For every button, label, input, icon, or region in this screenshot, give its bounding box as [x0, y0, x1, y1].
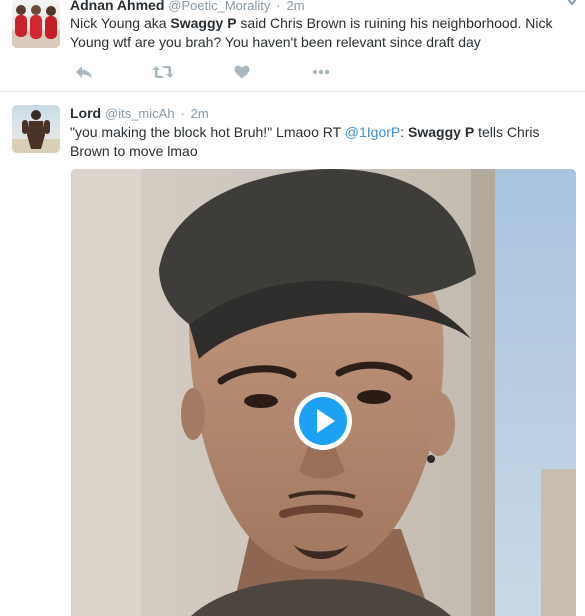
- separator-dot: ·: [276, 0, 281, 13]
- play-icon: [299, 397, 347, 445]
- reply-button[interactable]: [73, 62, 95, 82]
- timestamp[interactable]: 2m: [286, 0, 304, 13]
- play-button[interactable]: [294, 392, 352, 450]
- like-button[interactable]: [231, 62, 253, 82]
- reply-icon: [76, 66, 92, 78]
- video-player[interactable]: [71, 169, 576, 616]
- like-icon: [234, 65, 250, 79]
- more-icon: [312, 69, 330, 75]
- tweet-text: Nick Young aka Swaggy P said Chris Brown…: [70, 15, 553, 50]
- highlight-term: Swaggy P: [170, 15, 237, 31]
- avatar[interactable]: [12, 105, 60, 153]
- timestamp[interactable]: 2m: [191, 106, 209, 121]
- tweet-actions: [73, 62, 353, 82]
- author-handle[interactable]: @Poetic_Morality: [168, 0, 270, 13]
- tweet-adnan-ahmed[interactable]: Adnan Ahmed @Poetic_Morality · 2m Nick Y…: [0, 0, 585, 92]
- author-handle[interactable]: @its_micAh: [105, 106, 175, 121]
- separator-dot: ·: [180, 106, 185, 121]
- tweet-header: Lord @its_micAh · 2m: [70, 104, 209, 123]
- mention-link[interactable]: @1IgorP: [345, 124, 400, 140]
- avatar-photo: [12, 110, 60, 153]
- tweet-text: "you making the block hot Bruh!" Lmaoo R…: [70, 124, 540, 159]
- retweet-icon: [152, 66, 174, 78]
- retweet-button[interactable]: [152, 62, 174, 82]
- tweet-lord[interactable]: Lord @its_micAh · 2m "you making the blo…: [0, 92, 585, 616]
- avatar[interactable]: [12, 0, 60, 48]
- author-name[interactable]: Adnan Ahmed: [70, 0, 164, 13]
- author-name[interactable]: Lord: [70, 105, 101, 121]
- more-button[interactable]: [310, 62, 332, 82]
- highlight-term: Swaggy P: [408, 124, 475, 140]
- tweet-header: Adnan Ahmed @Poetic_Morality · 2m: [70, 0, 305, 15]
- chevron-down-icon[interactable]: [565, 0, 579, 8]
- avatar-photo: [12, 5, 60, 48]
